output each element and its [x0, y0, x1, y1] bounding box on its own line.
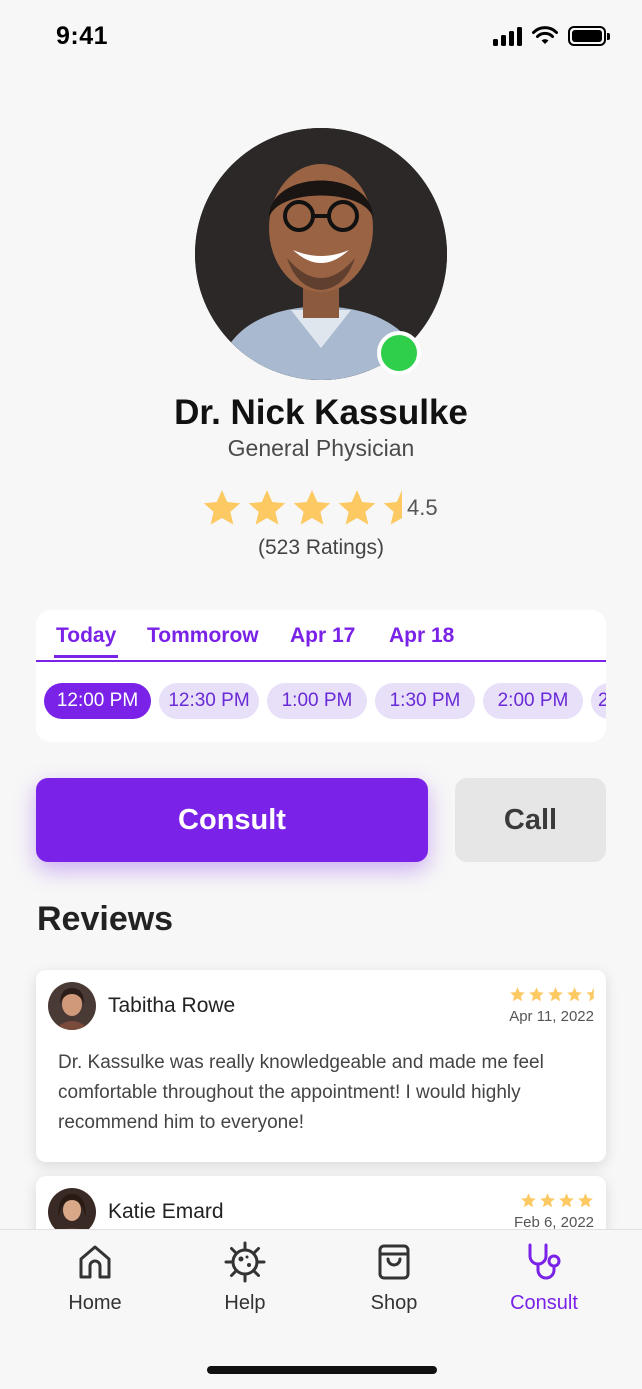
reviews-heading: Reviews — [37, 900, 174, 938]
time-slot[interactable]: 1:30 PM — [375, 683, 475, 719]
star-icon — [510, 987, 525, 1002]
time-slot[interactable]: 2:30 — [591, 683, 606, 719]
reviewer-name: Katie Emard — [108, 1200, 224, 1223]
star-icon — [559, 1193, 574, 1208]
rating-value: 4.5 — [407, 495, 438, 520]
tab-tomorrow[interactable]: Tommorow — [147, 624, 259, 648]
bottom-nav: Home Help Shop Consult — [0, 1229, 642, 1389]
tab-today[interactable]: Today — [53, 624, 119, 658]
review-stars — [520, 1192, 594, 1209]
time-slot[interactable]: 12:30 PM — [159, 683, 259, 719]
star-icon — [540, 1193, 555, 1208]
home-icon — [79, 1245, 111, 1279]
consult-button[interactable]: Consult — [36, 778, 428, 862]
time-slot[interactable]: 1:00 PM — [267, 683, 367, 719]
review-stars — [509, 986, 594, 1003]
battery-icon — [568, 26, 610, 46]
nav-item-home[interactable]: Home — [35, 1240, 155, 1315]
review-date: Apr 11, 2022 — [509, 1008, 594, 1025]
nav-label: Consult — [510, 1292, 578, 1314]
signal-icon — [493, 26, 522, 46]
home-indicator — [207, 1366, 437, 1374]
shopping-bag-icon — [378, 1244, 410, 1280]
status-icons — [493, 26, 610, 46]
time-slot[interactable]: 2:00 PM — [483, 683, 583, 719]
half-star-icon — [586, 987, 594, 1002]
review-card: Tabitha Rowe Apr 11, 2022 Dr. Kassulke w… — [36, 970, 606, 1162]
stethoscope-icon — [528, 1243, 561, 1280]
star-icon — [248, 490, 286, 525]
tab-apr-18[interactable]: Apr 18 — [389, 624, 454, 648]
star-icon — [521, 1193, 536, 1208]
nav-item-consult[interactable]: Consult — [484, 1240, 604, 1315]
virus-icon — [224, 1241, 266, 1283]
schedule-card: Today Tommorow Apr 17 Apr 18 12:00 PM 12… — [36, 610, 606, 742]
star-icon — [529, 987, 544, 1002]
wifi-icon — [532, 26, 558, 44]
status-bar: 9:41 — [0, 0, 642, 76]
star-icon — [293, 490, 331, 525]
star-icon — [338, 490, 376, 525]
rating-row: 4.5 — [201, 487, 438, 529]
star-icon — [548, 987, 563, 1002]
review-text: Dr. Kassulke was really knowledgeable an… — [58, 1052, 544, 1133]
date-tabs: Today Tommorow Apr 17 Apr 18 — [36, 610, 606, 662]
tab-apr-17[interactable]: Apr 17 — [290, 624, 355, 648]
star-icon — [567, 987, 582, 1002]
star-icon — [203, 490, 241, 525]
reviewer-name: Tabitha Rowe — [108, 994, 236, 1017]
nav-item-help[interactable]: Help — [185, 1240, 305, 1315]
half-star-icon — [383, 490, 402, 525]
time-slot-selected[interactable]: 12:00 PM — [44, 683, 151, 719]
call-button[interactable]: Call — [455, 778, 606, 862]
status-time: 9:41 — [56, 22, 109, 50]
nav-label: Help — [224, 1292, 266, 1314]
nav-label: Home — [68, 1292, 122, 1314]
nav-item-shop[interactable]: Shop — [334, 1240, 454, 1315]
star-icon — [578, 1193, 593, 1208]
online-status-dot — [377, 331, 421, 375]
time-slot-row: 12:00 PM 12:30 PM 1:00 PM 1:30 PM 2:00 P… — [44, 683, 606, 719]
nav-label: Shop — [370, 1292, 418, 1314]
doctor-specialty: General Physician — [227, 435, 415, 461]
reviewer-avatar — [48, 982, 96, 1030]
rating-count: (523 Ratings) — [257, 536, 385, 559]
doctor-name: Dr. Nick Kassulke — [174, 393, 468, 432]
